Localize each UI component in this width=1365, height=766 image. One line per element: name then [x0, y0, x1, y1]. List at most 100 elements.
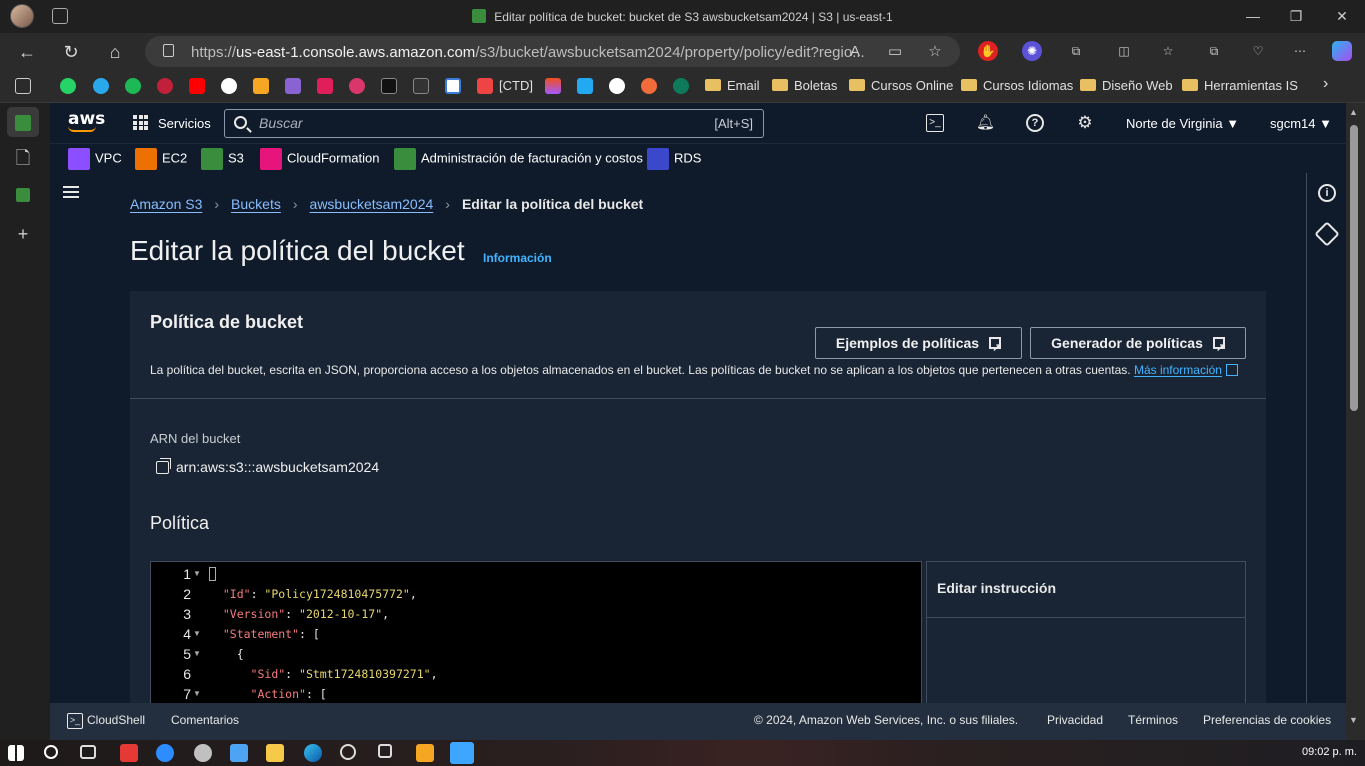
- more-info-link[interactable]: Más información: [1134, 363, 1222, 377]
- bookmark-folder-cursos-online[interactable]: Cursos Online: [849, 78, 953, 93]
- footer-cookie-preferences[interactable]: Preferencias de cookies: [1203, 713, 1331, 727]
- notifications-bell-icon[interactable]: 🔔︎: [976, 114, 995, 132]
- code-line[interactable]: "Version": "2012-10-17",: [209, 607, 389, 621]
- lock-icon[interactable]: [163, 44, 174, 57]
- info-panel-icon[interactable]: i: [1318, 184, 1336, 202]
- page-scrollbar[interactable]: ▲ ▼: [1346, 103, 1365, 740]
- code-line[interactable]: {: [209, 647, 244, 661]
- bookmark-window-icon[interactable]: [445, 78, 461, 94]
- figma-icon[interactable]: [545, 78, 561, 94]
- collections-icon[interactable]: ⧉: [1204, 41, 1224, 61]
- app-taskbar-icon[interactable]: [194, 744, 212, 762]
- cloudshell-footer-icon[interactable]: >_: [67, 713, 83, 729]
- more-menu-icon[interactable]: ⋯: [1290, 41, 1310, 61]
- cloudshell-icon[interactable]: >_: [926, 114, 944, 132]
- code-line[interactable]: "Action": [: [209, 687, 327, 701]
- code-line[interactable]: [209, 567, 216, 581]
- services-menu[interactable]: Servicios: [158, 116, 211, 131]
- bookmark-ctd[interactable]: [CTD]: [499, 78, 533, 93]
- bookmark-doc-icon[interactable]: [413, 78, 429, 94]
- anydesk-icon[interactable]: [120, 744, 138, 762]
- policy-generator-button[interactable]: Generador de políticas: [1030, 327, 1246, 363]
- search-input[interactable]: [259, 115, 679, 131]
- copilot-icon[interactable]: [1332, 41, 1352, 61]
- refresh-icon[interactable]: ↻: [58, 39, 84, 65]
- bookmark-orange-icon[interactable]: [253, 78, 269, 94]
- telegram-icon[interactable]: [93, 78, 109, 94]
- favorite-vpc[interactable]: VPC: [68, 148, 122, 170]
- region-selector[interactable]: Norte de Virginia ▼: [1126, 116, 1239, 131]
- chatgpt-icon[interactable]: [221, 78, 237, 94]
- favorite-billing[interactable]: Administración de facturación y costos: [394, 148, 643, 170]
- aws-logo[interactable]: aws: [68, 109, 105, 132]
- media-player-icon[interactable]: [340, 744, 356, 760]
- bookmark-folder-herramientas[interactable]: Herramientas IS: [1182, 78, 1298, 93]
- code-line[interactable]: "Statement": [: [209, 627, 320, 641]
- fold-arrow-icon[interactable]: ▼: [193, 629, 201, 638]
- bookmark-folder-email[interactable]: Email: [705, 78, 760, 93]
- tab-s3-icon[interactable]: [7, 107, 39, 137]
- chevron-right-icon[interactable]: ›: [1323, 75, 1328, 93]
- tools-taskbar-icon[interactable]: [416, 744, 434, 762]
- account-menu[interactable]: sgcm14 ▼: [1270, 116, 1332, 131]
- task-view-icon[interactable]: [80, 745, 96, 759]
- extensions-icon[interactable]: ⧉: [1066, 41, 1086, 61]
- back-icon[interactable]: ←: [14, 39, 40, 65]
- home-icon[interactable]: ⌂: [102, 39, 128, 65]
- whatsapp-icon[interactable]: [60, 78, 76, 94]
- zoom-icon[interactable]: [156, 744, 174, 762]
- restore-icon[interactable]: ❐: [1286, 6, 1306, 26]
- fold-arrow-icon[interactable]: ▼: [193, 649, 201, 658]
- help-icon[interactable]: ?: [1026, 114, 1044, 132]
- ctd-icon[interactable]: [477, 78, 493, 94]
- policy-json-editor[interactable]: 1 ▼ 2 3 4 ▼ 5 ▼ 6 7 ▼ "Id": "Policy172481047…: [150, 561, 922, 703]
- footer-privacy[interactable]: Privacidad: [1047, 713, 1103, 727]
- taskbar-clock[interactable]: 09:02 p. m.: [1302, 746, 1357, 758]
- bookmark-folder-cursos-idiomas[interactable]: Cursos Idiomas: [961, 78, 1073, 93]
- read-aloud-icon[interactable]: A: [845, 42, 865, 62]
- code-line[interactable]: "Sid": "Stmt1724810397271",: [209, 667, 438, 681]
- fold-arrow-icon[interactable]: ▼: [193, 569, 201, 578]
- copy-icon[interactable]: [156, 458, 171, 474]
- footer-terms[interactable]: Términos: [1128, 713, 1178, 727]
- policy-examples-button[interactable]: Ejemplos de políticas: [815, 327, 1022, 363]
- side-nav-menu-icon[interactable]: [63, 186, 79, 198]
- bookmark-red-icon[interactable]: [157, 78, 173, 94]
- app-available-icon[interactable]: ▭: [885, 42, 905, 62]
- youtube-icon[interactable]: [189, 78, 205, 94]
- scrollbar-thumb[interactable]: [1350, 125, 1358, 411]
- tab-document-icon[interactable]: 🗋: [7, 143, 39, 173]
- bookmark-green-icon[interactable]: [673, 78, 689, 94]
- address-bar[interactable]: https://us-east-1.console.aws.amazon.com…: [145, 36, 960, 67]
- favorites-icon[interactable]: ☆: [1158, 41, 1178, 61]
- footer-comments[interactable]: Comentarios: [171, 713, 239, 727]
- edge-taskbar-icon[interactable]: [304, 744, 322, 762]
- bookmark-folder-boletas[interactable]: Boletas: [772, 78, 837, 93]
- windows-start-icon[interactable]: [8, 745, 24, 761]
- scroll-up-icon[interactable]: ▲: [1349, 107, 1358, 117]
- breadcrumb-buckets[interactable]: Buckets: [231, 196, 281, 212]
- extension-purple-icon[interactable]: ✺: [1022, 41, 1042, 61]
- search-taskbar-icon[interactable]: [44, 745, 58, 759]
- q-assistant-icon[interactable]: [1314, 221, 1340, 247]
- workspaces-icon[interactable]: [15, 78, 31, 94]
- github-icon[interactable]: [609, 78, 625, 94]
- breadcrumb-amazon-s3[interactable]: Amazon S3: [130, 196, 202, 212]
- aws-search-box[interactable]: [Alt+S]: [224, 109, 764, 138]
- tab-s3-second-icon[interactable]: [7, 179, 39, 209]
- split-screen-icon[interactable]: ◫: [1114, 41, 1134, 61]
- info-link[interactable]: Información: [483, 251, 552, 265]
- notepad-icon[interactable]: [230, 744, 248, 762]
- bookmark-postman-icon[interactable]: [641, 78, 657, 94]
- spotify-icon[interactable]: [125, 78, 141, 94]
- extension-red-icon[interactable]: ✋: [978, 41, 998, 61]
- file-explorer-icon[interactable]: [266, 744, 284, 762]
- services-grid-icon[interactable]: [133, 115, 150, 132]
- bookmark-dark-icon[interactable]: [381, 78, 397, 94]
- favorite-rds[interactable]: RDS: [647, 148, 701, 170]
- url-text[interactable]: https://us-east-1.console.aws.amazon.com…: [191, 44, 865, 61]
- bookmark-1k-icon[interactable]: [349, 78, 365, 94]
- scroll-down-icon[interactable]: ▼: [1349, 715, 1358, 725]
- settings-gear-icon[interactable]: ⚙: [1076, 114, 1094, 132]
- code-line[interactable]: "Id": "Policy1724810475772",: [209, 587, 417, 601]
